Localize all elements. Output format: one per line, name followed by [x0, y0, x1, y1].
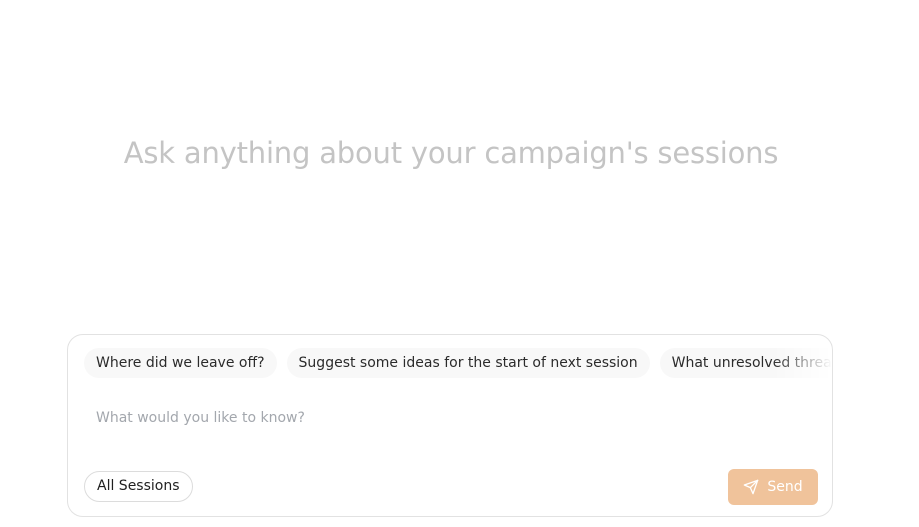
suggestion-chip[interactable]: Suggest some ideas for the start of next… — [286, 348, 650, 378]
page-title: Ask anything about your campaign's sessi… — [123, 136, 779, 170]
question-input[interactable] — [96, 407, 796, 429]
send-icon — [743, 479, 759, 495]
session-scope-button[interactable]: All Sessions — [84, 471, 193, 502]
send-button[interactable]: Send — [728, 469, 818, 505]
send-button-label: Send — [767, 479, 803, 495]
chat-composer: Where did we leave off? Suggest some ide… — [67, 334, 833, 517]
chat-page: Ask anything about your campaign's sessi… — [0, 0, 919, 527]
suggestion-chip[interactable]: What unresolved threads are — [659, 348, 832, 378]
suggestion-list: Where did we leave off? Suggest some ide… — [84, 348, 832, 378]
suggestion-chip[interactable]: Where did we leave off? — [84, 348, 277, 378]
